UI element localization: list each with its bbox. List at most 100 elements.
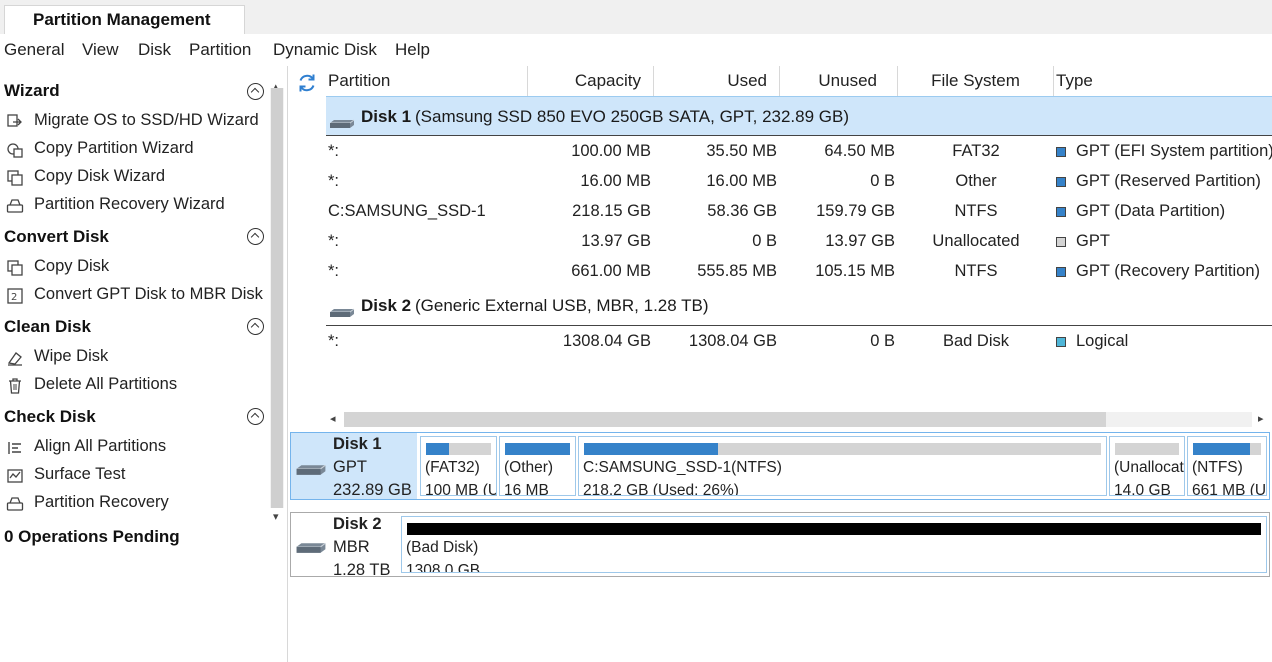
menu-bar: General View Disk Partition Dynamic Disk… (0, 34, 1272, 66)
collapse-check-icon[interactable] (247, 408, 264, 425)
partition-block[interactable]: (Other) 16 MB (499, 436, 576, 496)
cell-type: GPT (Recovery Partition) (1076, 262, 1260, 280)
cell-used: 555.85 MB (697, 262, 777, 280)
disk-icon (329, 303, 355, 317)
cell-type: Logical (1076, 332, 1129, 350)
collapse-wizard-icon[interactable] (247, 83, 264, 100)
left-scrollbar-thumb[interactable] (271, 88, 283, 508)
tab-partition-management[interactable]: Partition Management (4, 5, 245, 35)
menu-help[interactable]: Help (395, 40, 430, 60)
action-panel: Wizard Migrate OS to SSD/HD Wizard Copy … (0, 66, 288, 662)
cell-partition: *: (328, 172, 340, 190)
disk-map-size: 1.28 TB (333, 561, 391, 579)
table-row[interactable]: *: 661.00 MB 555.85 MB 105.15 MB NTFS GPT (Re… (290, 258, 1272, 288)
scroll-left-arrow[interactable]: ◂ (330, 412, 336, 425)
tab-strip: Partition Management (0, 0, 1272, 35)
scroll-down-arrow[interactable]: ▾ (273, 510, 279, 523)
partition-label: C:SAMSUNG_SSD-1(NTFS) (583, 459, 782, 476)
col-capacity[interactable]: Capacity (528, 66, 654, 96)
partition-block[interactable]: C:SAMSUNG_SSD-1(NTFS) 218.2 GB (Used: 26%… (578, 436, 1107, 496)
disk-map-info[interactable]: Disk 1 GPT 232.89 GB (291, 433, 417, 499)
col-partition[interactable]: Partition (326, 66, 528, 96)
table-hscrollbar[interactable]: ◂ ▸ (326, 411, 1272, 429)
disk-description: (Generic External USB, MBR, 1.28 TB) (415, 296, 709, 315)
usage-bar-fill (505, 443, 570, 455)
align-icon (8, 442, 21, 454)
usage-bar-fill (1193, 443, 1250, 455)
usage-bar (584, 443, 1101, 455)
cell-file-system: Unallocated (932, 232, 1020, 250)
partition-size: 14.0 GB (1114, 482, 1171, 496)
partition-block[interactable]: (Bad Disk) 1308.0 GB (401, 516, 1267, 573)
migrate-icon (7, 114, 22, 127)
cell-file-system: Bad Disk (942, 332, 1010, 350)
usage-bar (505, 443, 570, 455)
refresh-icon[interactable] (296, 72, 318, 94)
surface-test-icon (7, 469, 23, 483)
cell-partition: *: (328, 332, 340, 350)
cell-partition: *: (328, 232, 340, 250)
partition-size: 661 MB (Used: 84%) (1192, 482, 1267, 496)
section-convert-title: Convert Disk (4, 227, 109, 246)
section-clean-title: Clean Disk (4, 317, 91, 336)
recovery-icon (6, 199, 24, 213)
cell-used: 58.36 GB (707, 202, 777, 220)
disk-map-style: MBR (333, 538, 370, 556)
table-row[interactable]: *: 1308.04 GB 1308.04 GB 0 B Bad Disk Logical (290, 328, 1272, 358)
disk-header-row[interactable]: Disk 1 (Samsung SSD 850 EVO 250GB SATA, G… (326, 96, 1272, 136)
disk-map-2[interactable]: Disk 2 MBR 1.28 TB (Bad Disk) 1308.0 GB (290, 512, 1270, 579)
hscroll-thumb[interactable] (344, 412, 1106, 427)
cell-unused: 105.15 MB (815, 262, 895, 280)
disk-map-info[interactable]: Disk 2 MBR 1.28 TB (291, 513, 417, 579)
menu-general[interactable]: General (4, 40, 64, 60)
cell-unused: 0 B (870, 332, 895, 350)
table-row[interactable]: *: 16.00 MB 16.00 MB 0 B Other GPT (Reserved … (290, 168, 1272, 198)
left-scrollbar[interactable] (270, 88, 284, 508)
partition-size: 1308.0 GB (406, 562, 481, 573)
trash-icon (9, 378, 21, 394)
col-used[interactable]: Used (654, 66, 780, 96)
col-type[interactable]: Type (1054, 66, 1272, 96)
scroll-right-arrow[interactable]: ▸ (1258, 412, 1264, 425)
cell-capacity: 100.00 MB (571, 142, 651, 160)
usage-bar-fill (426, 443, 449, 455)
table-row[interactable]: *: 100.00 MB 35.50 MB 64.50 MB FAT32 GPT (EFI… (290, 138, 1272, 168)
partition-size: 218.2 GB (Used: 26%) (583, 482, 739, 496)
partition-block[interactable]: (FAT32) 100 MB (Used: 35%) (420, 436, 497, 496)
usage-bar-fill (584, 443, 718, 455)
col-unused[interactable]: Unused (780, 66, 898, 96)
type-color-icon (1056, 207, 1066, 217)
cell-file-system: Other (955, 172, 997, 190)
disk-map-name: Disk 1 (333, 435, 382, 453)
cell-type: GPT (EFI System partition) (1076, 142, 1272, 160)
disk-header-row[interactable]: Disk 2 (Generic External USB, MBR, 1.28 T… (326, 286, 1272, 326)
cell-file-system: FAT32 (952, 142, 1000, 160)
usage-bar (1193, 443, 1261, 455)
disk-divider (326, 325, 1272, 326)
collapse-clean-icon[interactable] (247, 318, 264, 335)
section-wizard-title: Wizard (4, 81, 60, 100)
menu-partition[interactable]: Partition (189, 40, 251, 60)
disk-map-name: Disk 2 (333, 515, 382, 533)
menu-view[interactable]: View (82, 40, 119, 60)
type-color-icon (1056, 147, 1066, 157)
col-file-system[interactable]: File System (898, 66, 1054, 96)
menu-dynamic-disk[interactable]: Dynamic Disk (273, 40, 377, 60)
type-color-icon (1056, 337, 1066, 347)
disk-map-style: GPT (333, 458, 367, 476)
cell-capacity: 661.00 MB (571, 262, 651, 280)
table-row[interactable]: *: 13.97 GB 0 B 13.97 GB Unallocated GPT (290, 228, 1272, 258)
type-color-icon (1056, 177, 1066, 187)
partition-size: 16 MB (504, 482, 549, 496)
menu-disk[interactable]: Disk (138, 40, 171, 60)
partition-block[interactable]: (NTFS) 661 MB (Used: 84%) (1187, 436, 1267, 496)
cell-file-system: NTFS (954, 262, 998, 280)
usage-bar (1115, 443, 1179, 455)
partition-block[interactable]: (Unallocated) 14.0 GB (1109, 436, 1185, 496)
disk-map-size: 232.89 GB (333, 481, 412, 499)
disk-map-1[interactable]: Disk 1 GPT 232.89 GB (FAT32) 100 MB (Used: 3… (290, 432, 1270, 500)
cell-file-system: NTFS (954, 202, 998, 220)
partition-size: 100 MB (Used: 35%) (425, 482, 496, 496)
collapse-convert-icon[interactable] (247, 228, 264, 245)
table-row[interactable]: C:SAMSUNG_SSD-1 218.15 GB 58.36 GB 159.79 G… (290, 198, 1272, 228)
